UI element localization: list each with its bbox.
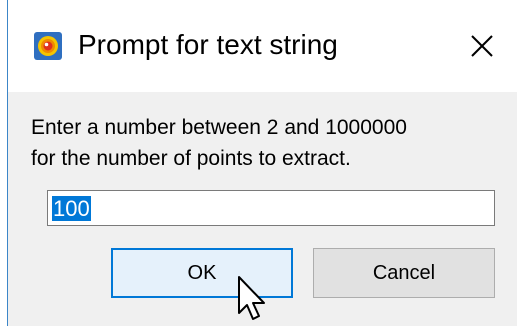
close-icon[interactable] — [464, 28, 500, 64]
prompt-message-line1: Enter a number between 2 and 1000000 — [31, 116, 407, 139]
dialog-body: Enter a number between 2 and 1000000 for… — [8, 92, 517, 326]
number-input[interactable]: 100 — [47, 190, 495, 226]
app-logo-icon — [34, 32, 62, 60]
cancel-button[interactable]: Cancel — [313, 248, 495, 298]
prompt-message: Enter a number between 2 and 1000000 for… — [31, 112, 407, 174]
title-bar[interactable]: Prompt for text string — [8, 0, 517, 92]
dialog-title: Prompt for text string — [78, 29, 338, 60]
number-input-value: 100 — [52, 196, 91, 221]
ok-button[interactable]: OK — [111, 248, 293, 298]
prompt-dialog: Prompt for text string Enter a number be… — [0, 0, 517, 326]
prompt-message-line2: for the number of points to extract. — [31, 147, 351, 170]
